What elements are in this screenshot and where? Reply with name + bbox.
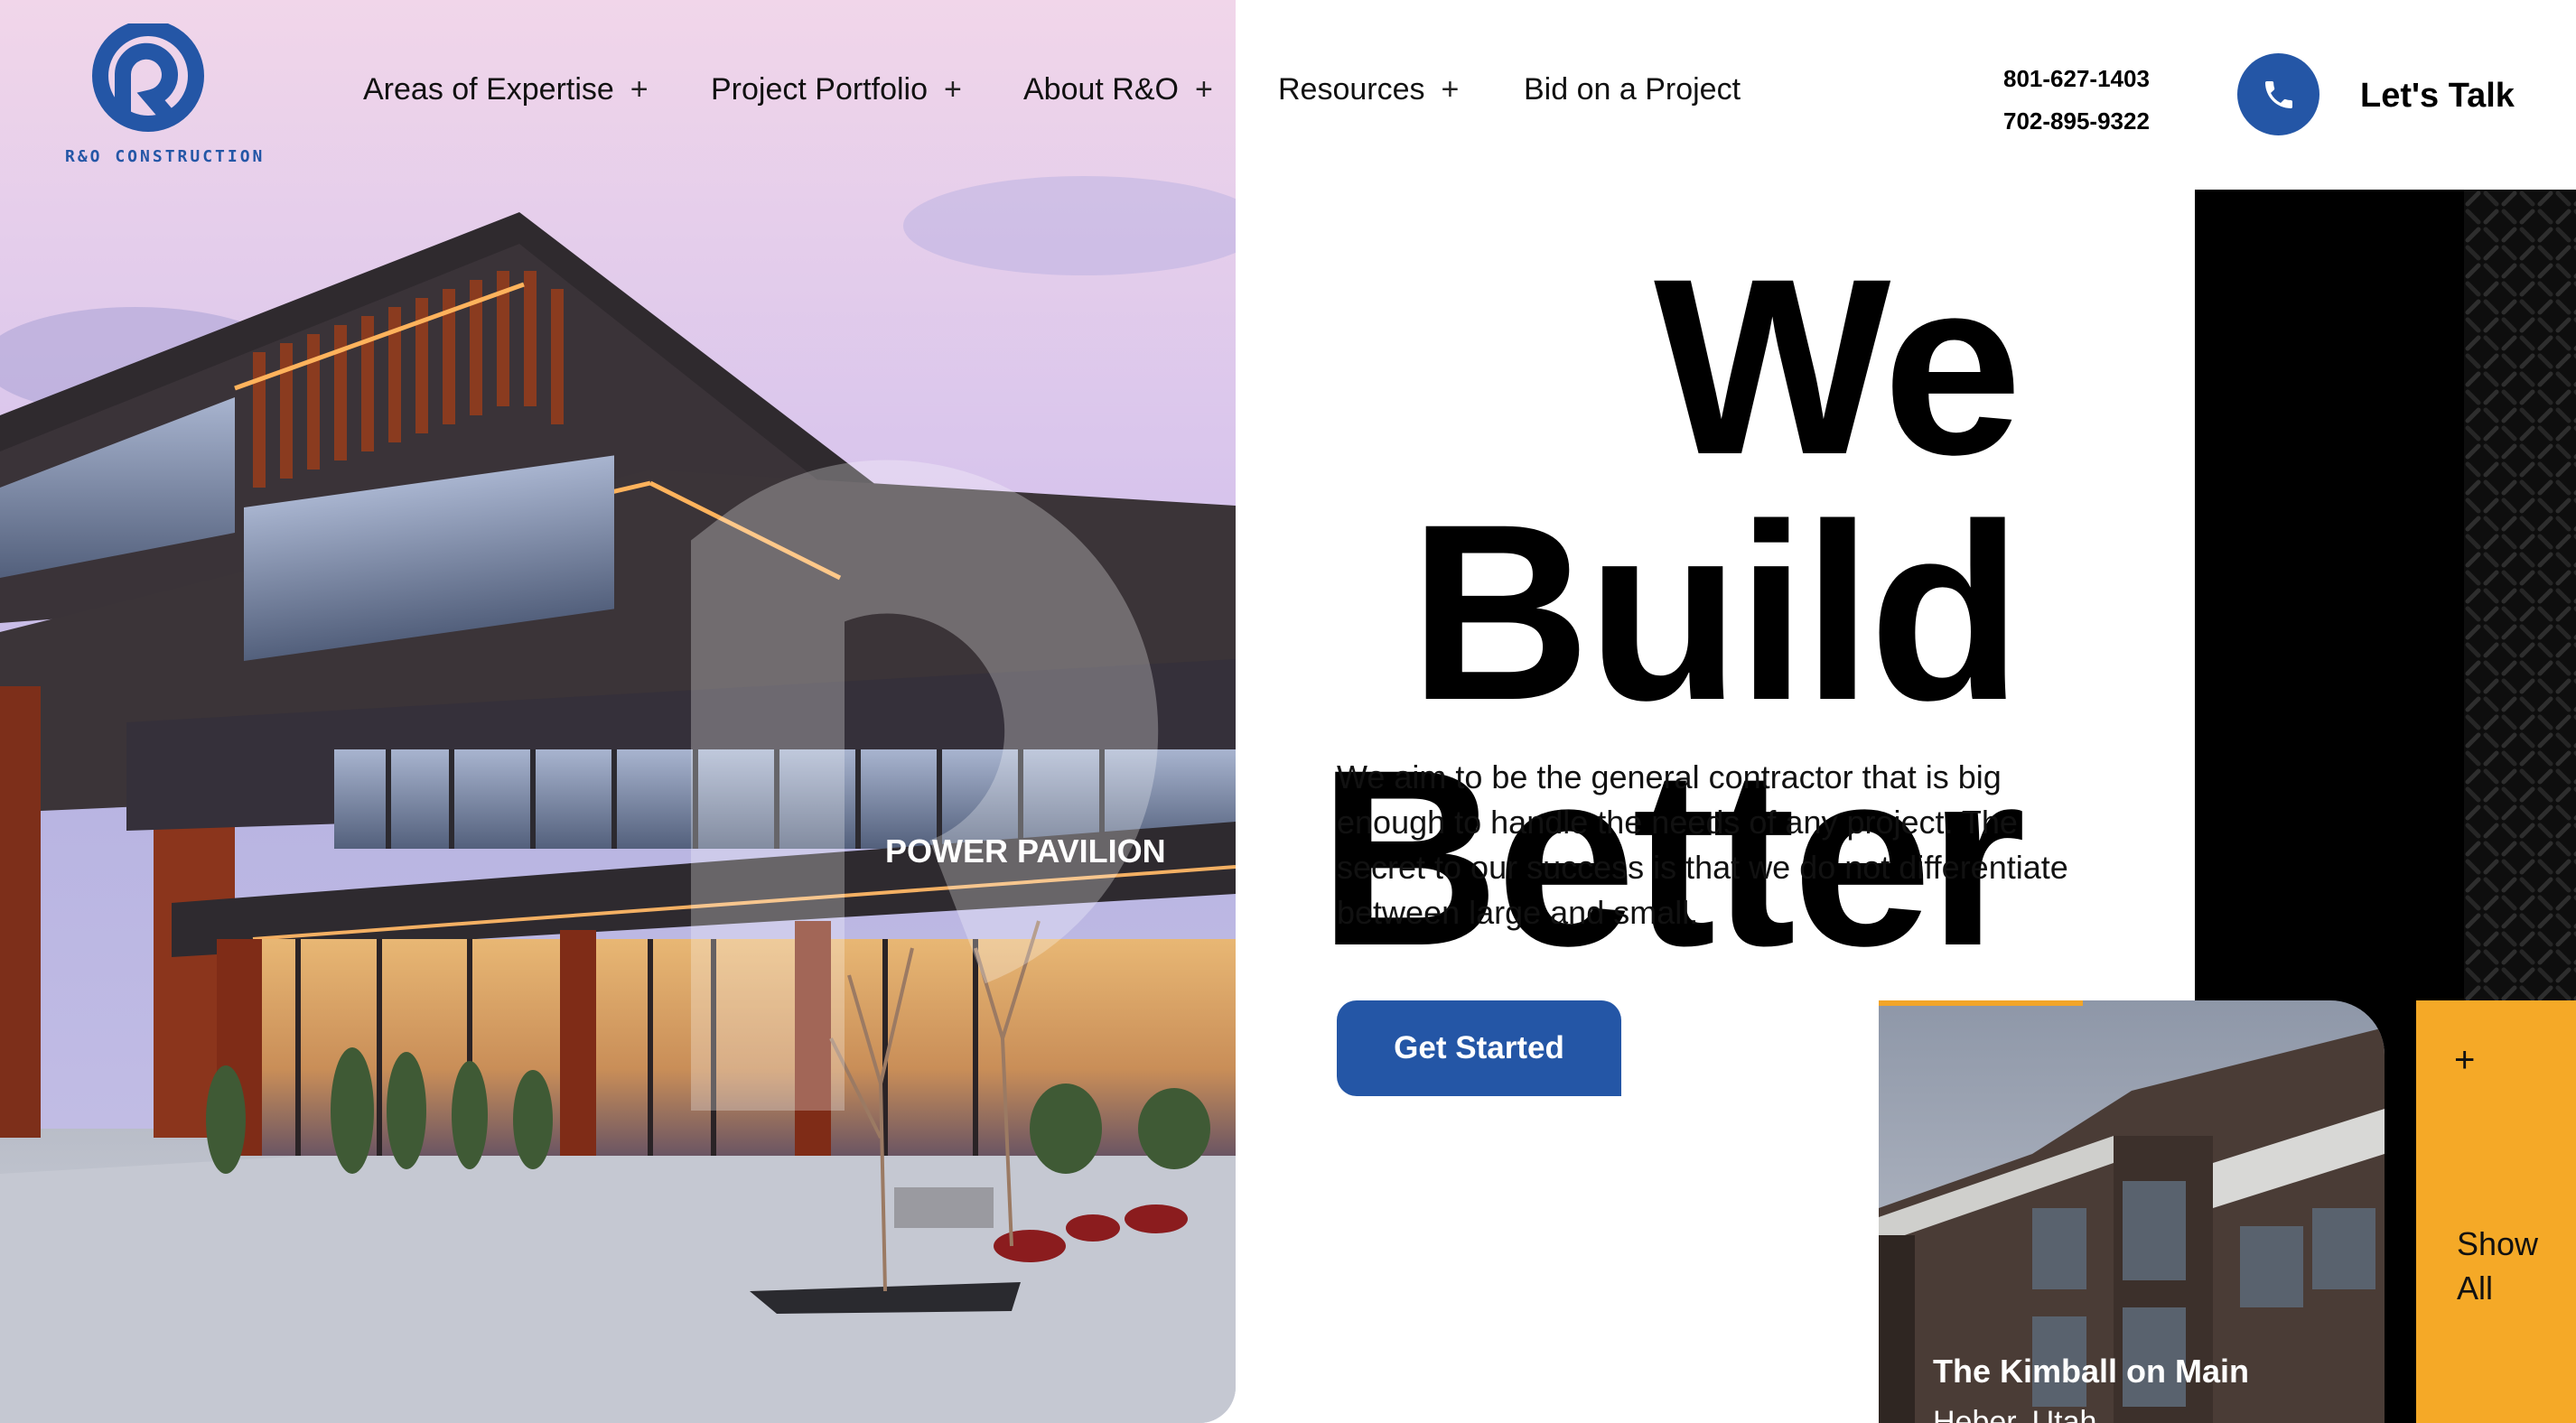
get-started-button[interactable]: Get Started <box>1337 1000 1621 1096</box>
nav-areas-of-expertise[interactable]: Areas of Expertise + <box>363 72 649 107</box>
phone-number-ut[interactable]: 801-627-1403 <box>2003 58 2150 100</box>
project-title: The Kimball on Main <box>1933 1353 2250 1390</box>
plus-icon: + <box>2454 1040 2476 1080</box>
nav-label: Resources <box>1278 72 1425 107</box>
plus-icon: + <box>1194 72 1213 107</box>
hero-intro: We aim to be the general contractor that… <box>1337 758 2068 931</box>
lets-talk-link[interactable]: Let's Talk <box>2360 77 2515 116</box>
card-progress-accent <box>1879 1000 2083 1006</box>
phone-icon <box>2264 80 2292 108</box>
brand-logo-text: R&O CONSTRUCTION <box>65 147 266 166</box>
nav-label: Project Portfolio <box>711 72 928 107</box>
nav-label: About R&O <box>1023 72 1179 107</box>
plus-icon: + <box>944 72 962 107</box>
plus-icon: + <box>630 72 649 107</box>
nav-about[interactable]: About R&O + <box>1023 72 1213 107</box>
call-button[interactable] <box>2237 53 2319 135</box>
headline-line-1: We Build <box>1409 226 2022 752</box>
phone-number-nv[interactable]: 702-895-9322 <box>2003 100 2150 143</box>
brand-logo[interactable] <box>63 20 235 168</box>
featured-project-card[interactable]: The Kimball on Main Heber, Utah <box>1879 1000 2385 1423</box>
diamond-plate-pattern <box>2464 190 2576 1002</box>
nav-resources[interactable]: Resources + <box>1278 72 1459 107</box>
plus-icon: + <box>1441 72 1460 107</box>
project-location: Heber, Utah <box>1933 1405 2097 1423</box>
nav-project-portfolio[interactable]: Project Portfolio + <box>711 72 962 107</box>
show-all-button[interactable]: + Show All <box>2416 1000 2576 1423</box>
nav-bid-on-a-project[interactable]: Bid on a Project <box>1524 72 1741 107</box>
nav-label: Areas of Expertise <box>363 72 614 107</box>
show-all-label: Show All <box>2457 1225 2539 1307</box>
nav-label: Bid on a Project <box>1524 72 1741 107</box>
phone-numbers: 801-627-1403 702-895-9322 <box>2003 58 2150 143</box>
